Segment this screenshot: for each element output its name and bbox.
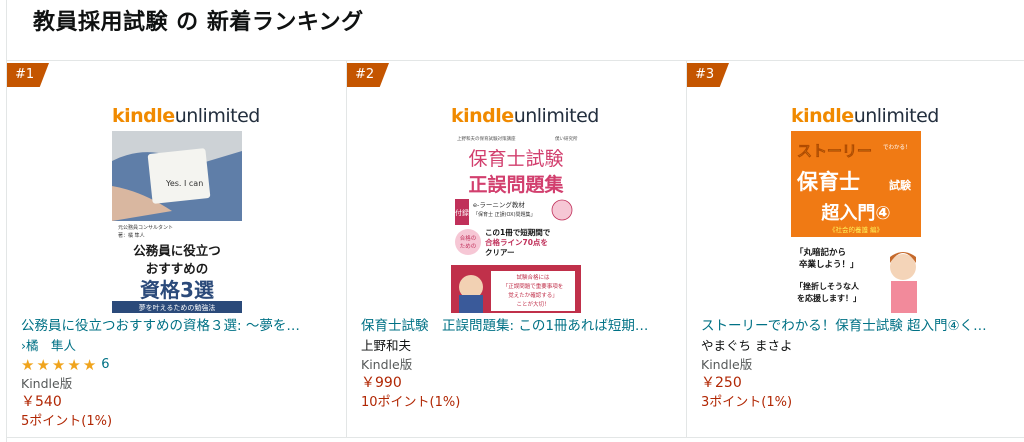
ranking-card-1: #1 kindleunlimited Yes. I can 元公務員コンサルタン…: [7, 61, 347, 437]
svg-text:著：橘 隼人: 著：橘 隼人: [118, 232, 145, 239]
svg-text:僕い研究所: 僕い研究所: [555, 135, 578, 142]
ranking-card-2: #2 kindleunlimited 上野和夫の保育試験対策講座 僕い研究所 保…: [347, 61, 687, 437]
ranking-grid: #1 kindleunlimited Yes. I can 元公務員コンサルタン…: [7, 60, 1024, 438]
svg-text:e-ラーニング教材: e-ラーニング教材: [473, 200, 525, 209]
book-format: Kindle版: [701, 357, 753, 372]
kindle-unlimited-logo: kindleunlimited: [791, 105, 939, 127]
svg-text:保育士試験: 保育士試験: [468, 148, 563, 170]
book-author: 上野和夫: [361, 338, 412, 353]
svg-text:保育士: 保育士: [796, 170, 860, 194]
book-info: 保育士試験 正誤問題集: この1冊あれば短期… 上野和夫 Kindle版 ￥99…: [361, 317, 679, 412]
book-info: 公務員に役立つおすすめの資格３選: ～夢を… ›橘 隼人 ★ ★ ★ ★ ★ 6…: [21, 317, 339, 431]
star-icon: ★: [36, 355, 50, 374]
svg-text:「正誤問題で重要事項を: 「正誤問題で重要事項を: [503, 282, 564, 290]
rating-stars[interactable]: ★ ★ ★ ★ ★ 6: [21, 355, 339, 374]
svg-text:ことが大切！: ことが大切！: [516, 300, 549, 308]
star-icon: ★: [21, 355, 35, 374]
svg-text:試験: 試験: [889, 178, 912, 192]
svg-text:合格ライン70点を: 合格ライン70点を: [485, 237, 548, 247]
book-price: ￥990: [361, 375, 402, 391]
rank-badge: #1: [7, 63, 49, 87]
svg-text:クリアー: クリアー: [485, 247, 515, 257]
svg-text:《社会的養護 編》: 《社会的養護 編》: [829, 225, 883, 234]
book-cover[interactable]: 上野和夫の保育試験対策講座 僕い研究所 保育士試験 正誤問題集 付録 e-ラーニ…: [451, 131, 581, 313]
svg-text:覚えたか確認する」: 覚えたか確認する」: [508, 291, 558, 299]
star-icon: ★: [82, 355, 97, 374]
star-icon: ★: [67, 355, 81, 374]
cover-note: Yes. I can: [165, 179, 203, 188]
book-price: ￥250: [701, 375, 742, 391]
book-author-link[interactable]: ›橘 隼人: [21, 336, 339, 355]
svg-text:「丸暗記から: 「丸暗記から: [795, 247, 846, 258]
ranking-widget: 教員採用試験 の 新着ランキング #1 kindleunlimited Yes.…: [6, 0, 1024, 442]
svg-text:「挫折しそうな人: 「挫折しそうな人: [795, 281, 860, 291]
rank-badge: #2: [347, 63, 389, 87]
svg-text:ための: ための: [460, 243, 477, 250]
book-title-link[interactable]: 保育士試験 正誤問題集: この1冊あれば短期…: [361, 317, 679, 336]
svg-text:超入門④: 超入門④: [821, 202, 890, 224]
svg-text:元公務員コンサルタント: 元公務員コンサルタント: [118, 224, 173, 231]
book-cover[interactable]: ストーリー でわかる！ 保育士 試験 超入門④ 《社会的養護 編》 「丸暗記から…: [791, 131, 921, 313]
svg-text:資格3選: 資格3選: [140, 278, 214, 302]
svg-text:この1冊で短期間で: この1冊で短期間で: [485, 227, 551, 237]
book-price: ￥540: [21, 394, 62, 410]
rank-badge: #3: [687, 63, 729, 87]
svg-text:卒業しよう！」: 卒業しよう！」: [799, 259, 859, 270]
kindle-unlimited-logo: kindleunlimited: [112, 105, 260, 127]
svg-text:「保育士 正誤(OX)問題集」: 「保育士 正誤(OX)問題集」: [473, 211, 536, 218]
rating-count[interactable]: 6: [101, 355, 109, 374]
book-format: Kindle版: [361, 357, 413, 372]
svg-text:上野和夫の保育試験対策講座: 上野和夫の保育試験対策講座: [457, 135, 516, 142]
svg-text:ストーリー: ストーリー: [797, 142, 872, 160]
book-info: ストーリーでわかる！保育士試験 超入門④く… やまぐち まさよ Kindle版 …: [701, 317, 1019, 412]
svg-text:正誤問題集: 正誤問題集: [468, 173, 564, 196]
book-cover[interactable]: Yes. I can 元公務員コンサルタント 著：橘 隼人 公務員に役立つ おす…: [112, 131, 242, 313]
kindle-unlimited-logo: kindleunlimited: [451, 105, 599, 127]
svg-text:公務員に役立つ: 公務員に役立つ: [133, 243, 221, 258]
svg-text:試験合格には: 試験合格には: [516, 273, 550, 281]
ranking-card-3: #3 kindleunlimited ストーリー でわかる！ 保育士 試験 超入…: [687, 61, 1024, 437]
book-author: やまぐち まさよ: [701, 338, 793, 353]
svg-text:付録: 付録: [455, 208, 469, 217]
ranking-header: 教員採用試験 の 新着ランキング: [7, 0, 1024, 60]
book-format: Kindle版: [21, 376, 73, 391]
book-title-link[interactable]: 公務員に役立つおすすめの資格３選: ～夢を…: [21, 317, 339, 336]
star-icon: ★: [51, 355, 66, 374]
book-points: 5ポイント(1%): [21, 414, 113, 429]
svg-text:おすすめの: おすすめの: [146, 261, 209, 276]
svg-text:合格の: 合格の: [460, 234, 477, 242]
svg-text:でわかる！: でわかる！: [883, 144, 911, 151]
svg-text:を応援します！」: を応援します！」: [797, 293, 861, 303]
book-title-link[interactable]: ストーリーでわかる！保育士試験 超入門④く…: [701, 317, 1019, 336]
book-points: 10ポイント(1%): [361, 395, 461, 410]
ranking-title: 教員採用試験 の 新着ランキング: [33, 10, 364, 35]
book-points: 3ポイント(1%): [701, 395, 793, 410]
svg-text:夢を叶えるための勉強法: 夢を叶えるための勉強法: [139, 303, 216, 312]
